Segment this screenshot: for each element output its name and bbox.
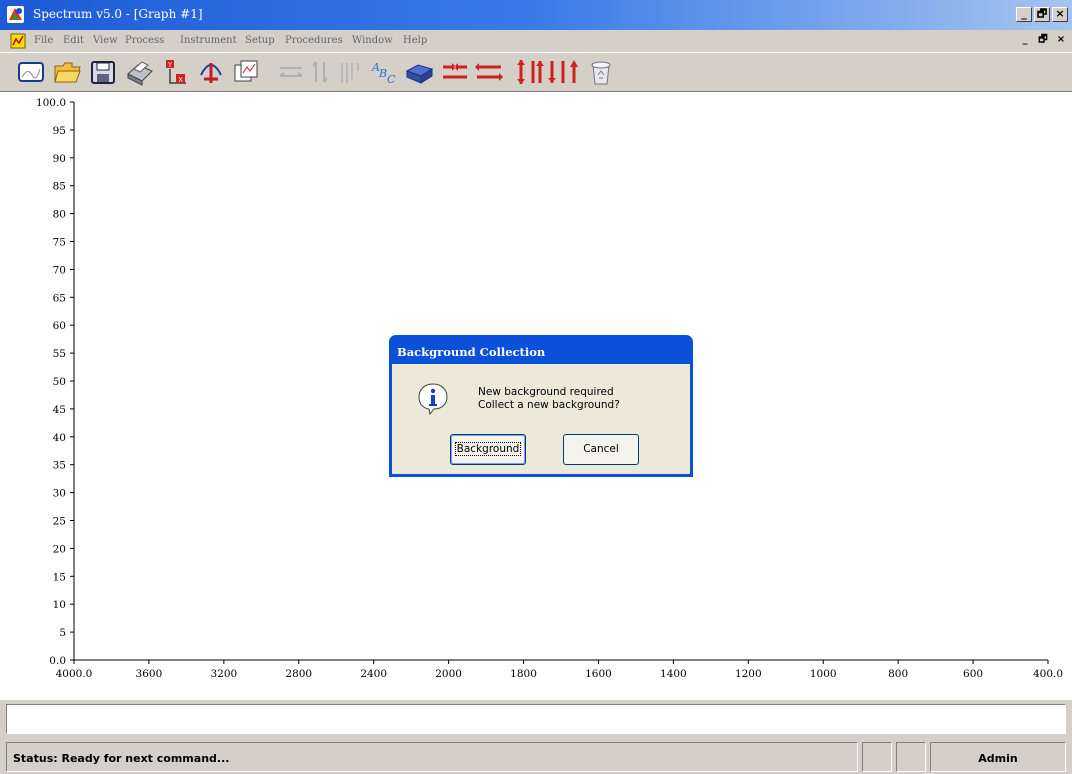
x-tick-label: 1200 xyxy=(735,668,762,680)
menu-file[interactable]: File xyxy=(34,35,53,46)
y-tick-label: 45 xyxy=(53,404,66,416)
y-tick-label: 20 xyxy=(53,543,66,555)
title-bar: Spectrum v5.0 - [Graph #1] _ 🗗 × xyxy=(0,0,1072,30)
window-title: Spectrum v5.0 - [Graph #1] xyxy=(33,7,203,21)
dialog-body: New background required Collect a new ba… xyxy=(392,364,690,474)
x-tick-label: 800 xyxy=(888,668,908,680)
menu-edit[interactable]: Edit xyxy=(63,35,84,46)
menu-window[interactable]: Window xyxy=(352,35,393,46)
x-tick-label: 600 xyxy=(963,668,983,680)
shrink-horizontal-icon[interactable] xyxy=(440,57,470,87)
background-button-label: Background xyxy=(454,442,522,456)
menu-help[interactable]: Help xyxy=(403,35,427,46)
x-tick-label: 3200 xyxy=(210,668,237,680)
svg-text:B: B xyxy=(378,67,387,80)
y-tick-label: 60 xyxy=(53,320,66,332)
status-text: Status: Ready for next command... xyxy=(6,742,858,772)
mdi-close-button[interactable]: × xyxy=(1054,34,1068,47)
menu-procedures[interactable]: Procedures xyxy=(285,35,343,46)
x-tick-label: 1400 xyxy=(660,668,687,680)
mdi-minimize-button[interactable]: _ xyxy=(1018,34,1032,47)
expand-horizontal-icon[interactable] xyxy=(276,57,306,87)
x-tick-label: 2000 xyxy=(435,668,462,680)
y-tick-label: 75 xyxy=(53,237,66,249)
y-tick-label: 95 xyxy=(53,125,66,137)
status-panel-empty xyxy=(862,742,892,772)
y-tick-label: 80 xyxy=(53,209,66,221)
new-graph-icon[interactable] xyxy=(16,57,46,87)
y-tick-label: 50 xyxy=(53,376,66,388)
command-input[interactable] xyxy=(6,704,1066,734)
y-tick-label: 90 xyxy=(53,153,66,165)
x-tick-label: 1800 xyxy=(510,668,537,680)
dialog-title: Background Collection xyxy=(397,345,546,359)
close-button[interactable]: × xyxy=(1052,7,1068,22)
dialog-message-line2: Collect a new background? xyxy=(478,399,620,411)
offset-vertical-icon[interactable] xyxy=(530,57,560,87)
menu-process[interactable]: Process xyxy=(125,35,164,46)
y-tick-label: 0.0 xyxy=(49,655,66,667)
menu-setup[interactable]: Setup xyxy=(245,35,275,46)
y-tick-label: 70 xyxy=(53,264,66,276)
toolbar: Y X A B C xyxy=(0,52,1072,92)
x-tick-label: 3600 xyxy=(136,668,163,680)
x-tick-label: 2400 xyxy=(360,668,387,680)
cancel-button[interactable]: Cancel xyxy=(563,434,639,465)
menu-instrument[interactable]: Instrument xyxy=(180,35,237,46)
expand-vertical-icon[interactable] xyxy=(306,57,336,87)
dialog-message-line1: New background required xyxy=(478,386,614,398)
y-tick-label: 15 xyxy=(53,571,66,583)
x-tick-label: 4000.0 xyxy=(56,668,93,680)
y-tick-label: 30 xyxy=(53,488,66,500)
x-tick-label: 1000 xyxy=(810,668,837,680)
minimize-button[interactable]: _ xyxy=(1016,7,1032,22)
menu-view[interactable]: View xyxy=(93,35,118,46)
y-tick-label: 5 xyxy=(59,627,66,639)
print-icon[interactable] xyxy=(124,57,154,87)
overlay-icon[interactable] xyxy=(232,57,262,87)
y-tick-label: 55 xyxy=(53,348,66,360)
x-tick-label: 2800 xyxy=(285,668,312,680)
x-tick-label: 1600 xyxy=(585,668,612,680)
svg-text:Y: Y xyxy=(167,61,173,69)
expand-horizontal-red-icon[interactable] xyxy=(474,57,504,87)
peak-label-icon[interactable] xyxy=(336,57,366,87)
y-tick-label: 35 xyxy=(53,460,66,472)
y-tick-label: 40 xyxy=(53,432,66,444)
info-icon xyxy=(418,383,448,415)
svg-text:X: X xyxy=(178,76,183,84)
text-label-icon[interactable]: A B C xyxy=(370,57,400,87)
y-tick-label: 85 xyxy=(53,181,66,193)
y-tick-label: 100.0 xyxy=(36,97,66,109)
y-tick-label: 25 xyxy=(53,516,66,528)
recycle-bin-icon[interactable] xyxy=(586,57,616,87)
menu-bar: File Edit View Process Instrument Setup … xyxy=(0,30,1072,52)
status-panel-empty xyxy=(896,742,926,772)
cursor-x-icon[interactable]: Y X xyxy=(160,57,190,87)
cursor-peak-icon[interactable] xyxy=(196,57,226,87)
status-bar: Status: Ready for next command... Admin xyxy=(0,738,1072,774)
x-tick-label: 400.0 xyxy=(1033,668,1063,680)
graph-document-icon[interactable] xyxy=(10,33,26,49)
open-folder-icon[interactable] xyxy=(52,57,82,87)
y-tick-label: 10 xyxy=(53,599,66,611)
y-tick-label: 65 xyxy=(53,292,66,304)
restore-button[interactable]: 🗗 xyxy=(1034,7,1050,22)
mdi-restore-button[interactable]: 🗗 xyxy=(1036,34,1050,47)
scan-instrument-icon[interactable] xyxy=(404,57,434,87)
background-button[interactable]: Background xyxy=(450,434,526,465)
save-disk-icon[interactable] xyxy=(88,57,118,87)
background-collection-dialog: Background Collection New background req… xyxy=(389,335,693,477)
status-user: Admin xyxy=(930,742,1066,772)
spectrum-app-icon xyxy=(7,6,24,23)
svg-text:C: C xyxy=(387,73,396,86)
